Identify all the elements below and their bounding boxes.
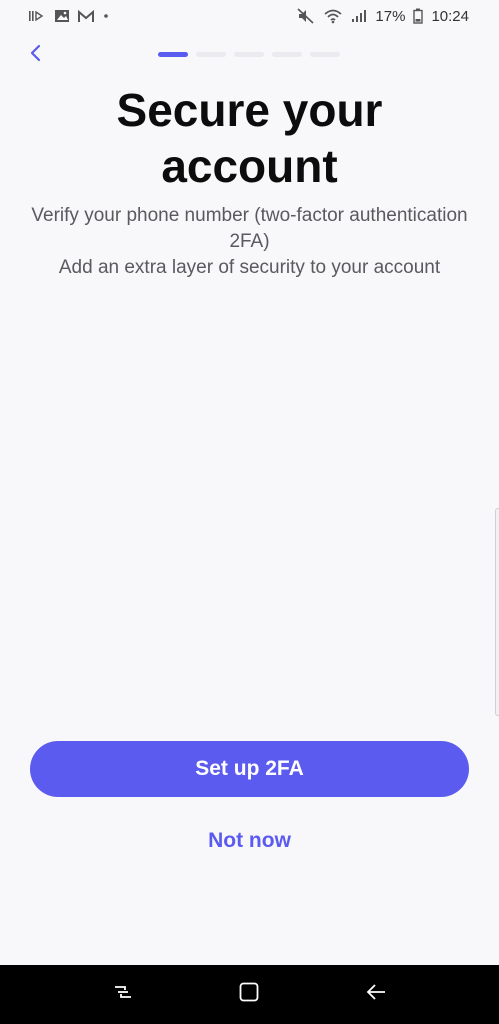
battery-percent: 17% (375, 7, 406, 25)
status-bar-right: 17% 10:24 (297, 8, 469, 25)
home-button[interactable] (229, 975, 269, 1015)
gmail-icon (78, 9, 94, 23)
progress-step-3 (234, 52, 264, 57)
progress-step-4 (272, 52, 302, 57)
status-bar-left (28, 9, 110, 23)
system-back-button[interactable] (356, 975, 396, 1015)
recents-icon (112, 982, 134, 1007)
back-arrow-icon (365, 982, 387, 1007)
progress-step-2 (196, 52, 226, 57)
progress-step-1 (158, 52, 188, 57)
not-now-button[interactable]: Not now (0, 829, 499, 853)
chevron-left-icon (29, 43, 43, 68)
home-icon (238, 981, 260, 1008)
mute-icon (297, 8, 315, 24)
subtitle-line-1: Verify your phone number (two-factor aut… (31, 205, 468, 252)
progress-indicator (158, 52, 340, 57)
dot-icon (102, 12, 110, 20)
recents-button[interactable] (103, 975, 143, 1015)
status-bar: 17% 10:24 (0, 0, 499, 32)
set-up-2fa-button[interactable]: Set up 2FA (30, 741, 469, 797)
navigation-bar (0, 965, 499, 1024)
image-icon (54, 9, 70, 23)
signal-icon (351, 9, 367, 23)
page-subtitle: Verify your phone number (two-factor aut… (20, 203, 479, 281)
subtitle-line-2: Add an extra layer of security to your a… (58, 257, 441, 278)
media-icon (28, 9, 46, 23)
clock: 10:24 (431, 7, 469, 25)
edge-panel-handle[interactable] (495, 508, 499, 716)
wifi-icon (323, 9, 343, 24)
progress-step-5 (310, 52, 340, 57)
back-button[interactable] (22, 40, 50, 70)
battery-icon (413, 8, 424, 24)
page-title: Secure your account (116, 84, 383, 192)
